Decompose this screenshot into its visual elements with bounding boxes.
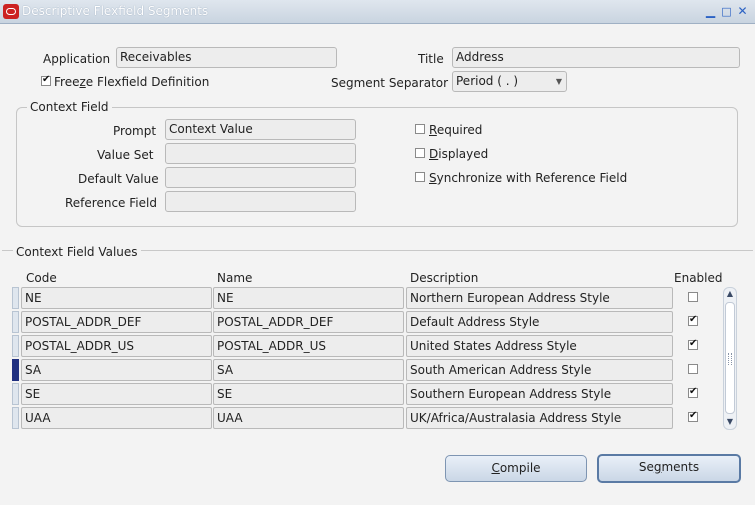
scroll-down-icon[interactable]: ▼ [724, 417, 736, 427]
segment-separator-label: Segment Separator [331, 76, 449, 90]
row-selector[interactable] [12, 359, 19, 381]
oracle-logo-icon [3, 4, 19, 19]
description-cell[interactable]: Default Address Style [406, 311, 673, 333]
name-cell[interactable]: UAA [213, 407, 404, 429]
displayed-checkbox[interactable] [415, 148, 425, 158]
row-selector[interactable] [12, 311, 19, 333]
scroll-up-icon[interactable]: ▲ [724, 289, 736, 299]
scroll-thumb[interactable] [725, 302, 735, 414]
segments-button[interactable]: Segments [597, 454, 741, 483]
code-cell[interactable]: SE [21, 383, 212, 405]
column-header-enabled: Enabled [674, 271, 723, 285]
description-cell[interactable]: United States Address Style [406, 335, 673, 357]
freeze-label: Freeze Flexfield Definition [54, 75, 210, 89]
vertical-scrollbar[interactable]: ▲ ▼ [723, 287, 737, 430]
minimize-icon[interactable]: ▁ [704, 5, 717, 18]
segment-separator-select[interactable]: Period ( . ) ▼ [452, 71, 567, 92]
reference-field-label: Reference Field [65, 196, 157, 210]
displayed-label: Displayed [429, 147, 489, 161]
compile-button[interactable]: Compile [445, 455, 587, 482]
maximize-icon[interactable]: □ [720, 5, 733, 18]
description-cell[interactable]: UK/Africa/Australasia Address Style [406, 407, 673, 429]
code-cell[interactable]: NE [21, 287, 212, 309]
context-field-title: Context Field [27, 100, 112, 114]
title-label: Title [418, 52, 444, 66]
title-field[interactable]: Address [452, 47, 740, 68]
default-value-field[interactable] [165, 167, 356, 188]
description-cell[interactable]: Southern European Address Style [406, 383, 673, 405]
chevron-down-icon: ▼ [555, 77, 562, 86]
application-label: Application [43, 52, 111, 66]
code-cell[interactable]: POSTAL_ADDR_DEF [21, 311, 212, 333]
enabled-checkbox[interactable] [688, 410, 698, 422]
value-set-label: Value Set [97, 148, 154, 162]
value-set-field[interactable] [165, 143, 356, 164]
row-selector[interactable] [12, 383, 19, 405]
name-cell[interactable]: SE [213, 383, 404, 405]
name-cell[interactable]: NE [213, 287, 404, 309]
name-cell[interactable]: SA [213, 359, 404, 381]
enabled-checkbox[interactable] [688, 364, 698, 374]
default-value-label: Default Value [78, 172, 159, 186]
close-icon[interactable]: ✕ [736, 5, 749, 18]
code-cell[interactable]: SA [21, 359, 212, 381]
title-bar: Descriptive Flexfield Segments ▁ □ ✕ [0, 0, 755, 24]
code-cell[interactable]: UAA [21, 407, 212, 429]
prompt-label: Prompt [113, 124, 157, 138]
column-header-description: Description [410, 271, 479, 285]
description-cell[interactable]: Northern European Address Style [406, 287, 673, 309]
reference-field-field[interactable] [165, 191, 356, 212]
enabled-checkbox[interactable] [688, 338, 698, 350]
synchronize-checkbox[interactable] [415, 172, 425, 182]
column-header-name: Name [217, 271, 253, 285]
enabled-checkbox[interactable] [688, 314, 698, 326]
row-selector[interactable] [12, 335, 19, 357]
name-cell[interactable]: POSTAL_ADDR_US [213, 335, 404, 357]
code-cell[interactable]: POSTAL_ADDR_US [21, 335, 212, 357]
application-field[interactable]: Receivables [116, 47, 337, 68]
enabled-checkbox[interactable] [688, 386, 698, 398]
required-checkbox[interactable] [415, 124, 425, 134]
row-selector[interactable] [12, 287, 19, 309]
name-cell[interactable]: POSTAL_ADDR_DEF [213, 311, 404, 333]
column-header-code: Code [26, 271, 57, 285]
prompt-field[interactable]: Context Value [165, 119, 356, 140]
freeze-checkbox[interactable] [41, 74, 51, 86]
description-cell[interactable]: South American Address Style [406, 359, 673, 381]
window-title: Descriptive Flexfield Segments [22, 4, 209, 18]
row-selector[interactable] [12, 407, 19, 429]
context-field-values-title: Context Field Values [13, 245, 141, 259]
grip-icon [728, 353, 732, 365]
required-label: Required [429, 123, 483, 137]
enabled-checkbox[interactable] [688, 292, 698, 302]
synchronize-label: Synchronize with Reference Field [429, 171, 628, 185]
